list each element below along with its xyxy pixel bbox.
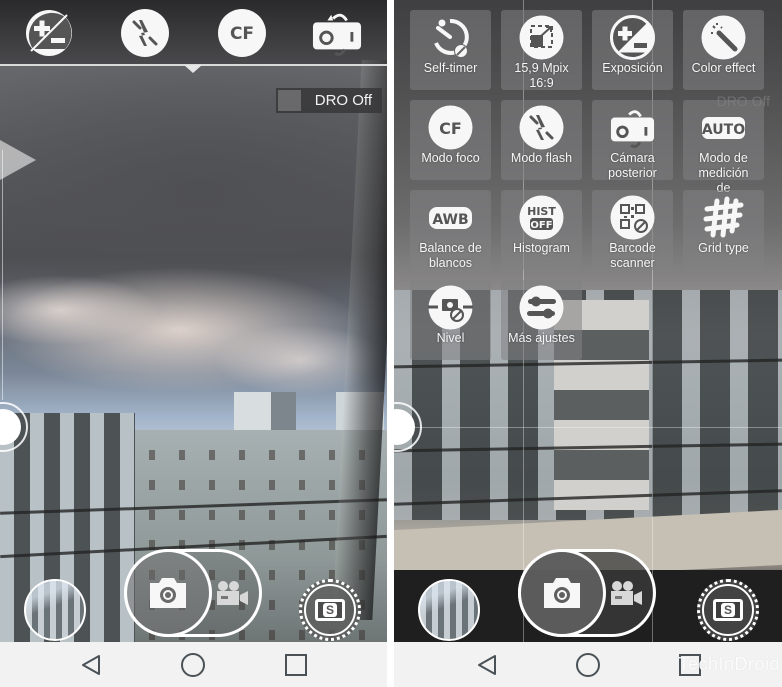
shutter-button[interactable]	[518, 549, 606, 637]
focus-mode-button[interactable]: CF	[217, 8, 267, 58]
focus-mode-icon: CF	[428, 105, 473, 150]
top-toolbar: CF	[0, 0, 387, 65]
dro-toggle-label: DRO Off	[314, 92, 372, 109]
tile-focus-mode[interactable]: CF Modo foco	[410, 100, 491, 180]
qr-code-icon	[610, 195, 655, 240]
system-nav-bar	[0, 642, 387, 687]
flash-off-icon	[519, 105, 564, 150]
tile-label: Modo flash	[510, 151, 573, 165]
camera-screen-settings: DRO Off Self-timer 15,9 Mpix 16:9	[394, 0, 782, 687]
color-effect-icon	[701, 15, 746, 60]
tile-barcode-scanner[interactable]: Barcode scanner	[592, 190, 673, 270]
system-nav-bar: TechInDroid	[394, 642, 782, 687]
svg-text:AUTO: AUTO	[702, 122, 745, 138]
switch-camera-icon	[610, 110, 655, 149]
dro-toggle[interactable]: DRO Off	[276, 88, 382, 113]
resolution-icon	[519, 15, 564, 60]
tile-label: Nivel	[436, 331, 465, 345]
flash-off-icon	[121, 9, 169, 57]
nav-back-button[interactable]	[474, 652, 500, 678]
tile-label: Modo foco	[421, 151, 480, 165]
zoom-slider-knob-center	[394, 409, 415, 445]
tile-label: Cámara posterior	[608, 151, 657, 180]
metering-auto-icon: AUTO	[702, 117, 745, 139]
smart-s-icon: S	[315, 599, 345, 621]
screenshot-divider	[387, 0, 394, 687]
home-icon	[181, 653, 205, 677]
video-camera-icon	[217, 581, 248, 605]
tile-switch-camera[interactable]: Cámara posterior	[592, 100, 673, 180]
exposure-icon	[610, 15, 655, 60]
tile-more-settings[interactable]: Más ajustes	[501, 280, 582, 360]
smart-s-label: S	[720, 603, 735, 617]
tile-exposure[interactable]: Exposición	[592, 10, 673, 90]
white-balance-icon: AWB	[429, 207, 472, 229]
recents-icon	[285, 654, 307, 676]
tile-label: Más ajustes	[508, 331, 575, 345]
nav-back-button[interactable]	[78, 652, 104, 678]
video-mode-button[interactable]	[214, 578, 250, 608]
svg-text:AWB: AWB	[432, 212, 468, 228]
gallery-thumbnail[interactable]	[24, 579, 86, 641]
video-camera-icon	[611, 581, 642, 605]
back-icon	[478, 655, 496, 675]
tile-label: Grid type	[698, 241, 749, 255]
flash-mode-button[interactable]	[120, 8, 170, 58]
tile-flash-mode[interactable]: Modo flash	[501, 100, 582, 180]
level-icon	[428, 285, 473, 330]
tile-white-balance[interactable]: AWB Balance de blancos	[410, 190, 491, 270]
tile-color-effect[interactable]: Color effect	[683, 10, 764, 90]
home-icon	[576, 653, 600, 677]
focus-cf-icon: CF	[218, 9, 266, 57]
tile-label: Histogram	[513, 241, 570, 255]
gallery-thumbnail[interactable]	[418, 579, 480, 641]
smart-s-label: S	[322, 603, 337, 617]
side-drawer-handle[interactable]	[0, 140, 36, 180]
shutter-button[interactable]	[124, 549, 212, 637]
switch-camera-button[interactable]	[312, 8, 362, 58]
svg-text:OFF: OFF	[530, 220, 552, 231]
exposure-button[interactable]	[24, 8, 74, 58]
svg-text:CF: CF	[230, 24, 254, 44]
tile-self-timer[interactable]: Self-timer	[410, 10, 491, 90]
grid-line	[652, 0, 653, 642]
svg-text:HIST: HIST	[527, 205, 556, 218]
video-mode-button[interactable]	[608, 578, 644, 608]
tile-resolution[interactable]: 15,9 Mpix 16:9	[501, 10, 582, 90]
nav-home-button[interactable]	[575, 652, 601, 678]
tile-label: Barcode scanner	[609, 241, 656, 270]
zoom-slider-track[interactable]	[2, 150, 3, 400]
self-timer-icon	[434, 18, 469, 58]
camera-icon	[150, 578, 186, 608]
nav-recents-button[interactable]	[283, 652, 309, 678]
zoom-slider-knob-center	[0, 409, 21, 445]
tile-label: 15,9 Mpix 16:9	[514, 61, 569, 90]
grid-icon	[703, 196, 744, 238]
tile-grid-type[interactable]: Grid type	[683, 190, 764, 270]
tile-label: Exposición	[602, 61, 663, 75]
back-icon	[82, 655, 100, 675]
tile-metering-mode[interactable]: AUTO Modo de medición de	[683, 100, 764, 195]
dro-toggle-thumb	[278, 90, 301, 111]
toolbar-expand-caret[interactable]	[184, 65, 202, 73]
smart-mode-button[interactable]: S	[299, 579, 361, 641]
camera-screen-viewfinder: CF DRO Off S	[0, 0, 387, 687]
camera-icon	[544, 578, 580, 608]
tile-label: Self-timer	[423, 61, 478, 75]
tile-level[interactable]: Nivel	[410, 280, 491, 360]
exposure-icon	[26, 10, 72, 56]
more-settings-icon	[519, 285, 564, 330]
tile-label: Balance de blancos	[419, 241, 482, 270]
grid-line	[394, 427, 782, 428]
svg-text:CF: CF	[439, 119, 462, 138]
tile-label: Color effect	[691, 61, 756, 75]
watermark: TechInDroid	[678, 654, 780, 674]
smart-mode-button[interactable]: S	[697, 579, 759, 641]
switch-camera-icon	[312, 13, 362, 56]
smart-s-icon: S	[713, 599, 743, 621]
tile-histogram[interactable]: HIST OFF Histogram	[501, 190, 582, 270]
nav-home-button[interactable]	[180, 652, 206, 678]
histogram-off-icon: HIST OFF	[519, 195, 564, 240]
